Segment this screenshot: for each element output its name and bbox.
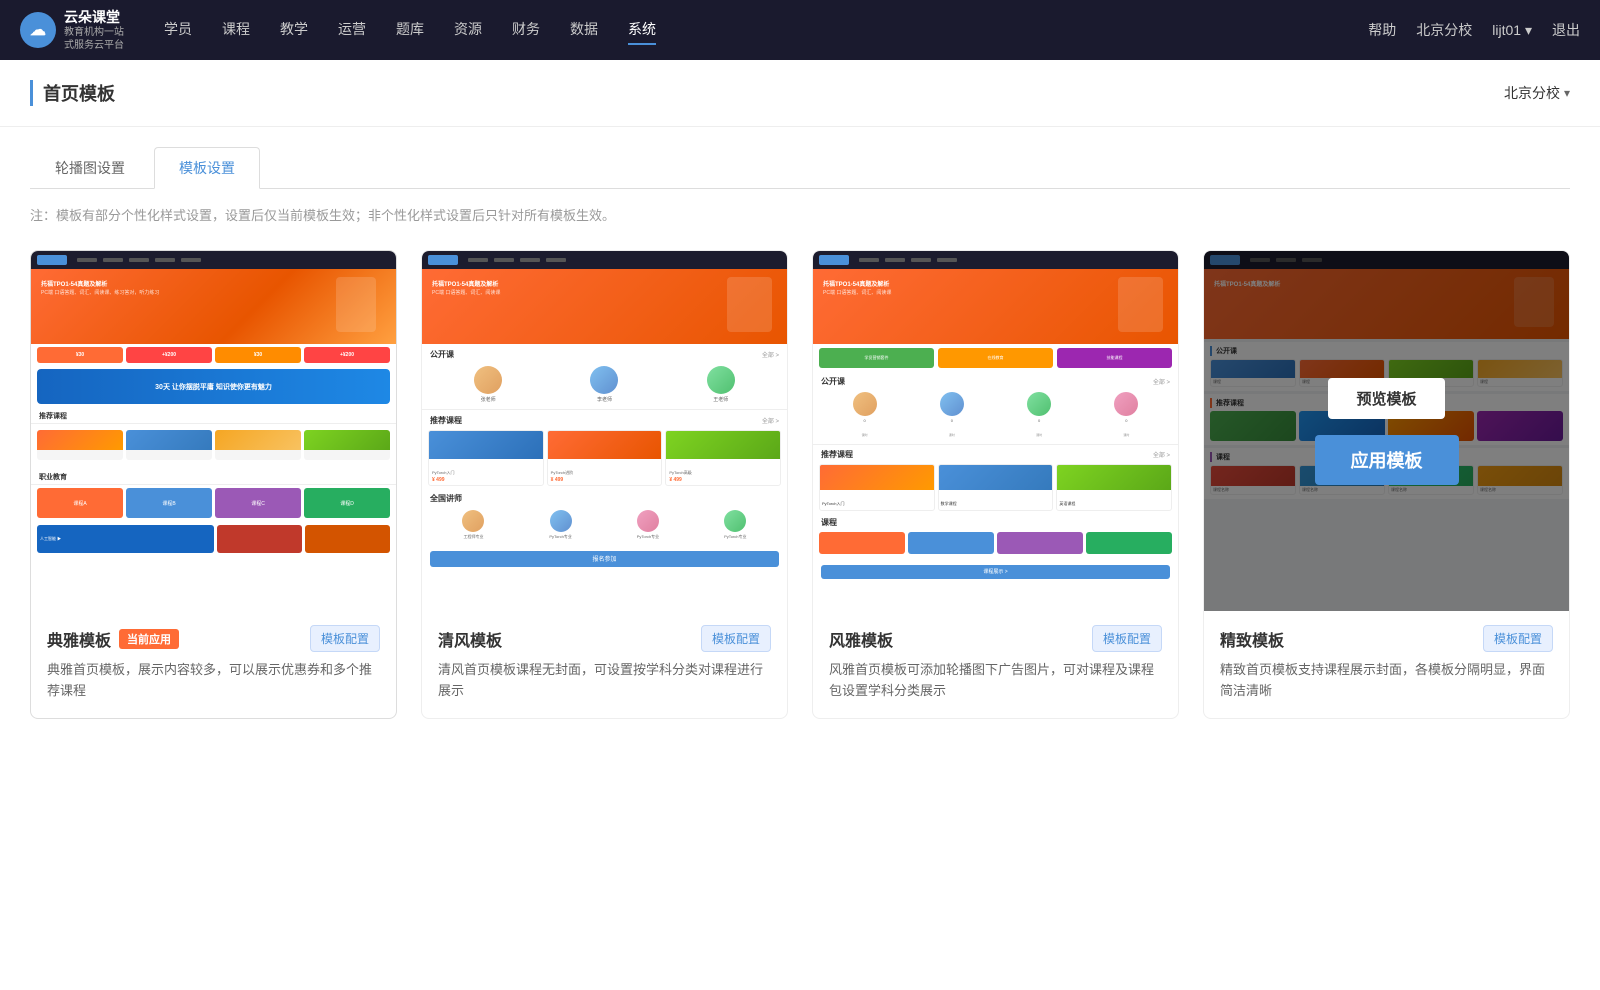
template-card-fengya[interactable]: 托福TPO1-54真题及解析 PC端 口语答题、词汇、阅读课 学员营销套件 在线… (812, 250, 1179, 719)
template-desc-dianyi: 典雅首页模板，展示内容较多，可以展示优惠券和多个推荐课程 (47, 660, 380, 702)
preview-template-button[interactable]: 预览模板 (1328, 378, 1444, 419)
logo-text: 云朵课堂 教育机构一站 式服务云平台 (64, 8, 124, 52)
template-card-jingzhi[interactable]: 托福TPO1-54真题及解析 公开课 课程 (1203, 250, 1570, 719)
config-button-qingfeng[interactable]: 模板配置 (701, 625, 771, 652)
main-content: 首页模板 北京分校 ▾ 轮播图设置 模板设置 注：模板有部分个性化样式设置，设置… (0, 60, 1600, 990)
user-menu[interactable]: lijt01 ▾ (1492, 22, 1532, 39)
nav-item-xitong[interactable]: 系统 (628, 15, 656, 45)
template-desc-jingzhi: 精致首页模板支持课程展示封面，各模板分隔明显，界面简洁清晰 (1220, 660, 1553, 702)
current-badge: 当前应用 (119, 629, 179, 649)
nav-item-jiaoxue[interactable]: 教学 (280, 15, 308, 45)
nav-item-caiwu[interactable]: 财务 (512, 15, 540, 45)
nav-item-ziyuan[interactable]: 资源 (454, 15, 482, 45)
templates-grid: 托福TPO1-54真题及解析 PC端 口语答题、词汇、阅读课、练习答对，听力练习… (0, 240, 1600, 759)
page-title: 首页模板 (30, 80, 115, 106)
template-preview-fengya: 托福TPO1-54真题及解析 PC端 口语答题、词汇、阅读课 学员营销套件 在线… (813, 251, 1178, 611)
branch-selector[interactable]: 北京分校 ▾ (1504, 83, 1570, 103)
config-button-jingzhi[interactable]: 模板配置 (1483, 625, 1553, 652)
mockup-qingfeng: 托福TPO1-54真题及解析 PC端 口语答题、词汇、阅读课 公开课 全部 > … (422, 251, 787, 611)
nav-right: 帮助 北京分校 lijt01 ▾ 退出 (1368, 20, 1580, 40)
config-button-fengya[interactable]: 模板配置 (1092, 625, 1162, 652)
logo[interactable]: ☁ 云朵课堂 教育机构一站 式服务云平台 (20, 8, 124, 52)
template-card-qingfeng[interactable]: 托福TPO1-54真题及解析 PC端 口语答题、词汇、阅读课 公开课 全部 > … (421, 250, 788, 719)
nav-menu: 学员 课程 教学 运营 题库 资源 财务 数据 系统 (164, 15, 1368, 45)
nav-item-kecheng[interactable]: 课程 (222, 15, 250, 45)
logout-link[interactable]: 退出 (1552, 20, 1580, 40)
logo-icon: ☁ (20, 12, 56, 48)
nav-item-tiku[interactable]: 题库 (396, 15, 424, 45)
template-overlay-jingzhi: 预览模板 应用模板 (1204, 251, 1569, 611)
nav-item-xueyuan[interactable]: 学员 (164, 15, 192, 45)
template-name-fengya: 风雅模板 (829, 627, 893, 651)
chevron-down-icon: ▾ (1564, 86, 1570, 100)
apply-template-button[interactable]: 应用模板 (1315, 435, 1459, 485)
template-preview-dianyi: 托福TPO1-54真题及解析 PC端 口语答题、词汇、阅读课、练习答对，听力练习… (31, 251, 396, 611)
note-text: 注：模板有部分个性化样式设置，设置后仅当前模板生效；非个性化样式设置后只针对所有… (0, 189, 1600, 240)
template-preview-qingfeng: 托福TPO1-54真题及解析 PC端 口语答题、词汇、阅读课 公开课 全部 > … (422, 251, 787, 611)
template-name-jingzhi: 精致模板 (1220, 627, 1284, 651)
tab-moban[interactable]: 模板设置 (154, 147, 260, 189)
template-info-qingfeng: 清风模板 模板配置 清风首页模板课程无封面，可设置按学科分类对课程进行展示 (422, 611, 787, 718)
template-info-jingzhi: 精致模板 模板配置 精致首页模板支持课程展示封面，各模板分隔明显，界面简洁清晰 (1204, 611, 1569, 718)
template-preview-jingzhi: 托福TPO1-54真题及解析 公开课 课程 (1204, 251, 1569, 611)
tabs: 轮播图设置 模板设置 (30, 147, 1570, 189)
template-name-dianyi: 典雅模板 当前应用 (47, 627, 179, 651)
tab-lunbotu[interactable]: 轮播图设置 (30, 147, 150, 188)
navigation: ☁ 云朵课堂 教育机构一站 式服务云平台 学员 课程 教学 运营 题库 资源 财… (0, 0, 1600, 60)
template-card-dianyi[interactable]: 托福TPO1-54真题及解析 PC端 口语答题、词汇、阅读课、练习答对，听力练习… (30, 250, 397, 719)
config-button-dianyi[interactable]: 模板配置 (310, 625, 380, 652)
mockup-fengya: 托福TPO1-54真题及解析 PC端 口语答题、词汇、阅读课 学员营销套件 在线… (813, 251, 1178, 611)
template-name-qingfeng: 清风模板 (438, 627, 502, 651)
help-link[interactable]: 帮助 (1368, 20, 1396, 40)
nav-item-shuju[interactable]: 数据 (570, 15, 598, 45)
page-header: 首页模板 北京分校 ▾ (0, 60, 1600, 127)
tabs-container: 轮播图设置 模板设置 (0, 127, 1600, 189)
template-desc-qingfeng: 清风首页模板课程无封面，可设置按学科分类对课程进行展示 (438, 660, 771, 702)
mockup-dianyi: 托福TPO1-54真题及解析 PC端 口语答题、词汇、阅读课、练习答对，听力练习… (31, 251, 396, 611)
nav-item-yunying[interactable]: 运营 (338, 15, 366, 45)
template-desc-fengya: 风雅首页模板可添加轮播图下广告图片，可对课程及课程包设置学科分类展示 (829, 660, 1162, 702)
template-info-fengya: 风雅模板 模板配置 风雅首页模板可添加轮播图下广告图片，可对课程及课程包设置学科… (813, 611, 1178, 718)
template-info-dianyi: 典雅模板 当前应用 模板配置 典雅首页模板，展示内容较多，可以展示优惠券和多个推… (31, 611, 396, 718)
branch-link[interactable]: 北京分校 (1416, 20, 1472, 40)
